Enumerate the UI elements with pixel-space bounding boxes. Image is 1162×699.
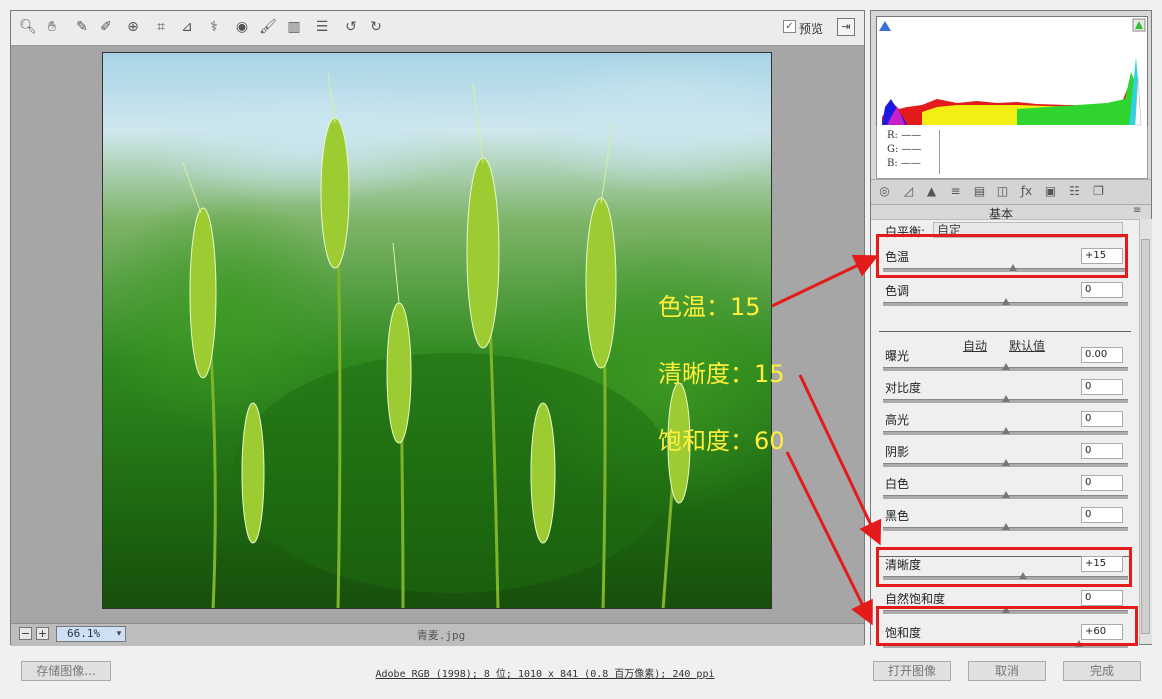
scrollbar[interactable] [1139,219,1152,644]
annotation-clarity: 清晰度：15 [658,360,785,388]
zoom-icon[interactable]: 🔍︎ [19,18,37,36]
rotate-cw-icon[interactable]: ↻ [367,18,385,36]
slider-value-field[interactable]: 0 [1081,379,1123,395]
presets-tab-icon[interactable]: ☷ [1066,183,1083,200]
panel-menu-icon[interactable]: ≡ [1133,205,1141,216]
histogram-graph [877,17,1147,127]
divider [879,331,1131,332]
hand-icon[interactable]: ✋︎ [43,18,61,36]
lens-tab-icon[interactable]: ◫ [994,183,1011,200]
fullscreen-icon[interactable]: ⇥ [837,18,855,36]
hsl-tab-icon[interactable]: ≡ [947,183,964,200]
histogram [876,16,1148,128]
file-name: 青麦.jpg [416,629,466,642]
slider-value-field[interactable]: 0 [1081,282,1123,298]
straighten-icon[interactable]: ⊿ [178,18,196,36]
slider-label: 黑色 [885,509,910,523]
open-image-button[interactable]: 打开图像 [873,661,951,681]
camera-calibration-tab-icon[interactable]: ▣ [1042,183,1059,200]
b-label: B: [887,158,898,169]
auto-link[interactable]: 自动 [963,337,987,354]
slider-value-field[interactable]: 0 [1081,411,1123,427]
status-bar: − + 66.1% ▾ 青麦.jpg [11,623,864,646]
tone-curve-tab-icon[interactable]: ◿ [900,183,917,200]
gradient-icon[interactable]: ▥ [285,18,303,36]
effects-tab-icon[interactable]: ƒx [1018,183,1035,200]
detail-tab-icon[interactable]: ▲ [923,183,940,200]
annotation-saturation: 饱和度：60 [658,427,785,455]
slider-thumb[interactable] [1001,298,1010,305]
slider-value-field[interactable]: 0 [1081,443,1123,459]
slider-label: 对比度 [885,381,922,395]
split-toning-tab-icon[interactable]: ▤ [971,183,988,200]
scroll-thumb[interactable] [1141,239,1150,634]
cancel-button[interactable]: 取消 [968,661,1046,681]
divider [939,130,940,174]
slider-thumb[interactable] [1001,523,1010,530]
preview-label: 预览 [799,22,824,36]
brush-icon[interactable]: 🖌︎ [259,18,277,36]
save-image-button[interactable]: 存储图像... [21,661,111,681]
target-adjust-icon[interactable]: ⊕ [124,18,142,36]
saturation-highlight [876,606,1138,646]
slider-thumb[interactable] [1001,363,1010,370]
panel-tabs: ◎ ◿ ▲ ≡ ▤ ◫ ƒx ▣ ☷ ❐ [871,179,1151,205]
r-value: —— [901,130,922,141]
snapshots-tab-icon[interactable]: ❐ [1090,183,1107,200]
slider-thumb[interactable] [1001,491,1010,498]
slider-thumb[interactable] [1001,395,1010,402]
slider-value-field[interactable]: 0 [1081,590,1123,606]
color-sampler-icon[interactable]: ✐ [97,18,115,36]
slider-label: 高光 [885,413,910,427]
eyedropper-icon[interactable]: ✎ [73,18,91,36]
slider-value-field[interactable]: 0 [1081,507,1123,523]
preview-image [102,52,772,609]
list-icon[interactable]: ☰ [313,18,331,36]
wheat-photo [103,53,771,608]
rotate-ccw-icon[interactable]: ↺ [342,18,360,36]
done-button[interactable]: 完成 [1063,661,1141,681]
slider-value-field[interactable]: 0.00 [1081,347,1123,363]
slider-label: 自然饱和度 [885,592,946,606]
slider-label: 阴影 [885,445,910,459]
zoom-out-button[interactable]: − [19,627,32,640]
zoom-in-button[interactable]: + [36,627,49,640]
red-eye-icon[interactable]: ◉ [233,18,251,36]
b-value: —— [900,158,921,169]
slider-label: 曝光 [885,349,910,363]
r-label: R: [887,130,898,141]
g-label: G: [887,144,899,155]
slider-thumb[interactable] [1001,427,1010,434]
default-link[interactable]: 默认值 [1009,337,1045,354]
crop-icon[interactable]: ⌗ [152,18,170,36]
g-value: —— [901,144,922,155]
temperature-highlight [876,234,1128,278]
workflow-options-link[interactable]: Adobe RGB (1998); 8 位; 1010 x 841 (0.8 百… [330,665,760,680]
slider-value-field[interactable]: 0 [1081,475,1123,491]
spot-removal-icon[interactable]: ⚕ [205,18,223,36]
slider-thumb[interactable] [1001,459,1010,466]
preview-area: 🔍︎ ✋︎ ✎ ✐ ⊕ ⌗ ⊿ ⚕ ◉ 🖌︎ ▥ ☰ ↺ ↻ ✓ 预览 ⇥ − … [10,10,865,646]
chevron-down-icon[interactable]: ▾ [111,626,127,642]
annotation-temperature: 色温：15 [658,293,761,321]
slider-label: 白色 [885,477,910,491]
slider-label: 色调 [885,284,910,298]
clarity-highlight [876,547,1132,587]
preview-checkbox[interactable]: ✓ [783,20,796,33]
rgb-readout: R: —— G: —— B: —— [876,126,1148,179]
toolbar: 🔍︎ ✋︎ ✎ ✐ ⊕ ⌗ ⊿ ⚕ ◉ 🖌︎ ▥ ☰ ↺ ↻ ✓ 预览 ⇥ [11,11,864,46]
basic-tab-icon[interactable]: ◎ [876,183,893,200]
